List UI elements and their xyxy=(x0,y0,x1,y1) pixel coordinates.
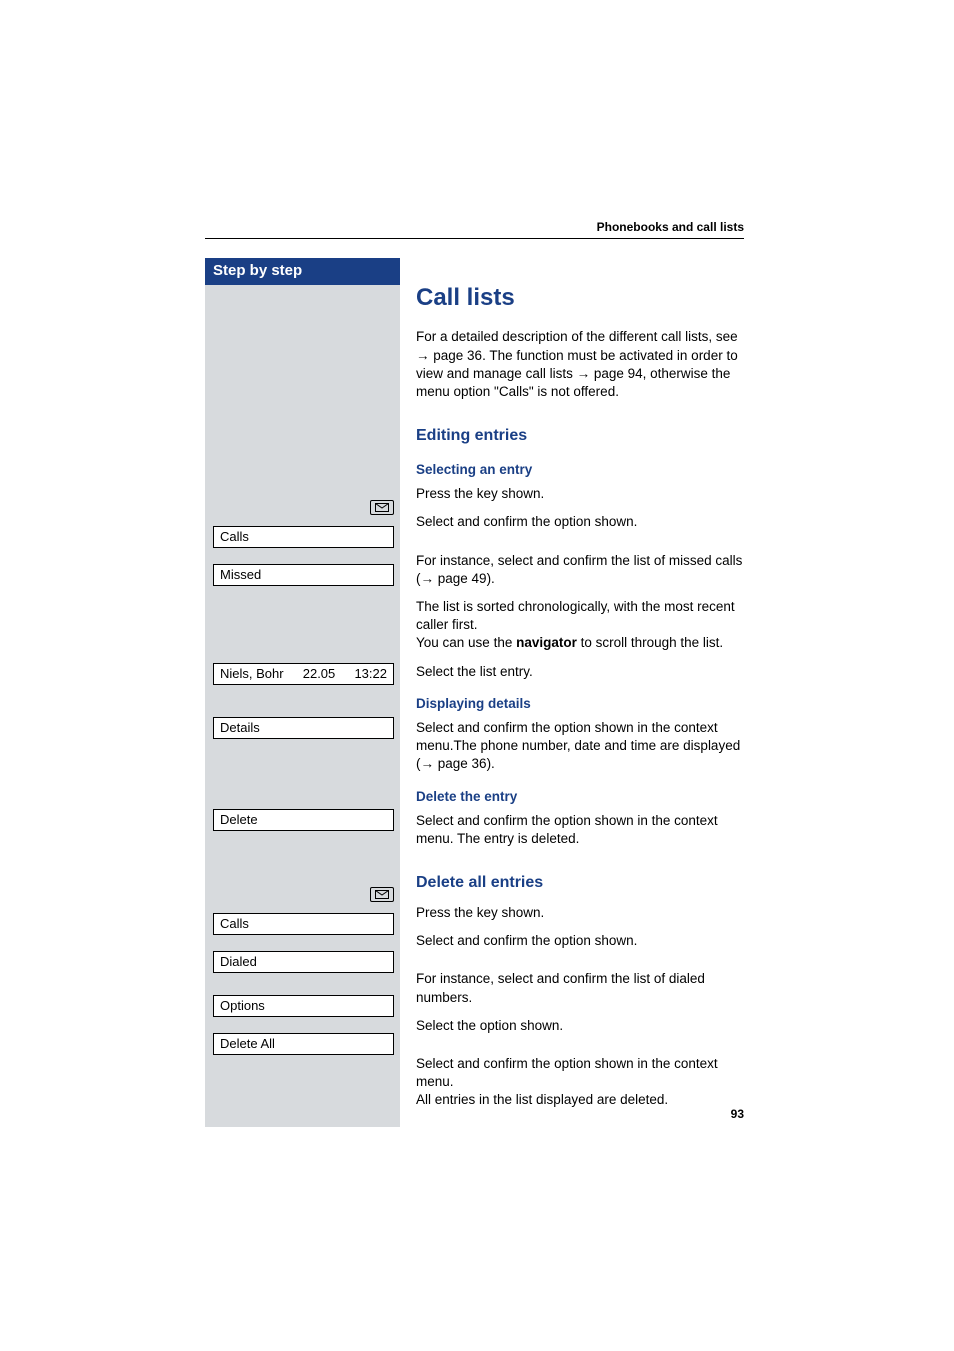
intro-paragraph: For a detailed description of the differ… xyxy=(416,328,744,401)
heading-delete-entry: Delete the entry xyxy=(416,788,744,806)
menu-delete: Delete xyxy=(213,809,394,831)
main-content: Call lists For a detailed description of… xyxy=(400,258,744,1127)
heading-call-lists: Call lists xyxy=(416,282,744,314)
sidebar-title: Step by step xyxy=(205,258,400,285)
menu-calls: Calls xyxy=(213,526,394,548)
select-confirm-text: Select and confirm the option shown. xyxy=(416,513,744,531)
envelope-icon xyxy=(375,503,389,512)
menu-entry-row: Niels, Bohr 22.05 13:22 xyxy=(213,663,394,685)
entry-name: Niels, Bohr xyxy=(220,667,284,681)
dialed-text: For instance, select and confirm the lis… xyxy=(416,970,744,1006)
menu-details: Details xyxy=(213,717,394,739)
press-key-2-text: Press the key shown. xyxy=(416,904,744,922)
select-confirm-2-text: Select and confirm the option shown. xyxy=(416,932,744,950)
menu-delete-all: Delete All xyxy=(213,1033,394,1055)
select-entry-text: Select the list entry. xyxy=(416,663,744,681)
menu-options: Options xyxy=(213,995,394,1017)
options-text: Select the option shown. xyxy=(416,1017,744,1035)
message-key-icon-2 xyxy=(370,887,394,902)
section-title: Phonebooks and call lists xyxy=(597,220,744,234)
page-number: 93 xyxy=(731,1107,744,1121)
menu-calls-2: Calls xyxy=(213,913,394,935)
delete-all-text: Select and confirm the option shown in t… xyxy=(416,1055,744,1110)
sorted-text: The list is sorted chronologically, with… xyxy=(416,598,744,653)
menu-missed: Missed xyxy=(213,564,394,586)
arrow-icon: → xyxy=(416,348,430,363)
heading-editing-entries: Editing entries xyxy=(416,425,744,447)
details-text: Select and confirm the option shown in t… xyxy=(416,719,744,774)
delete-entry-text: Select and confirm the option shown in t… xyxy=(416,812,744,848)
heading-selecting-entry: Selecting an entry xyxy=(416,461,744,479)
heading-displaying-details: Displaying details xyxy=(416,695,744,713)
press-key-text: Press the key shown. xyxy=(416,485,744,503)
arrow-icon: → xyxy=(421,756,435,771)
envelope-icon xyxy=(375,890,389,899)
entry-time: 13:22 xyxy=(354,667,387,681)
missed-text: For instance, select and confirm the lis… xyxy=(416,552,744,588)
heading-delete-all: Delete all entries xyxy=(416,872,744,894)
message-key-icon xyxy=(370,500,394,515)
entry-date: 22.05 xyxy=(303,667,336,681)
running-header: Phonebooks and call lists xyxy=(205,220,744,239)
menu-dialed: Dialed xyxy=(213,951,394,973)
arrow-icon: → xyxy=(577,366,591,381)
sidebar: Step by step Calls Missed Niels, Bohr xyxy=(205,258,400,1127)
arrow-icon: → xyxy=(421,571,435,586)
